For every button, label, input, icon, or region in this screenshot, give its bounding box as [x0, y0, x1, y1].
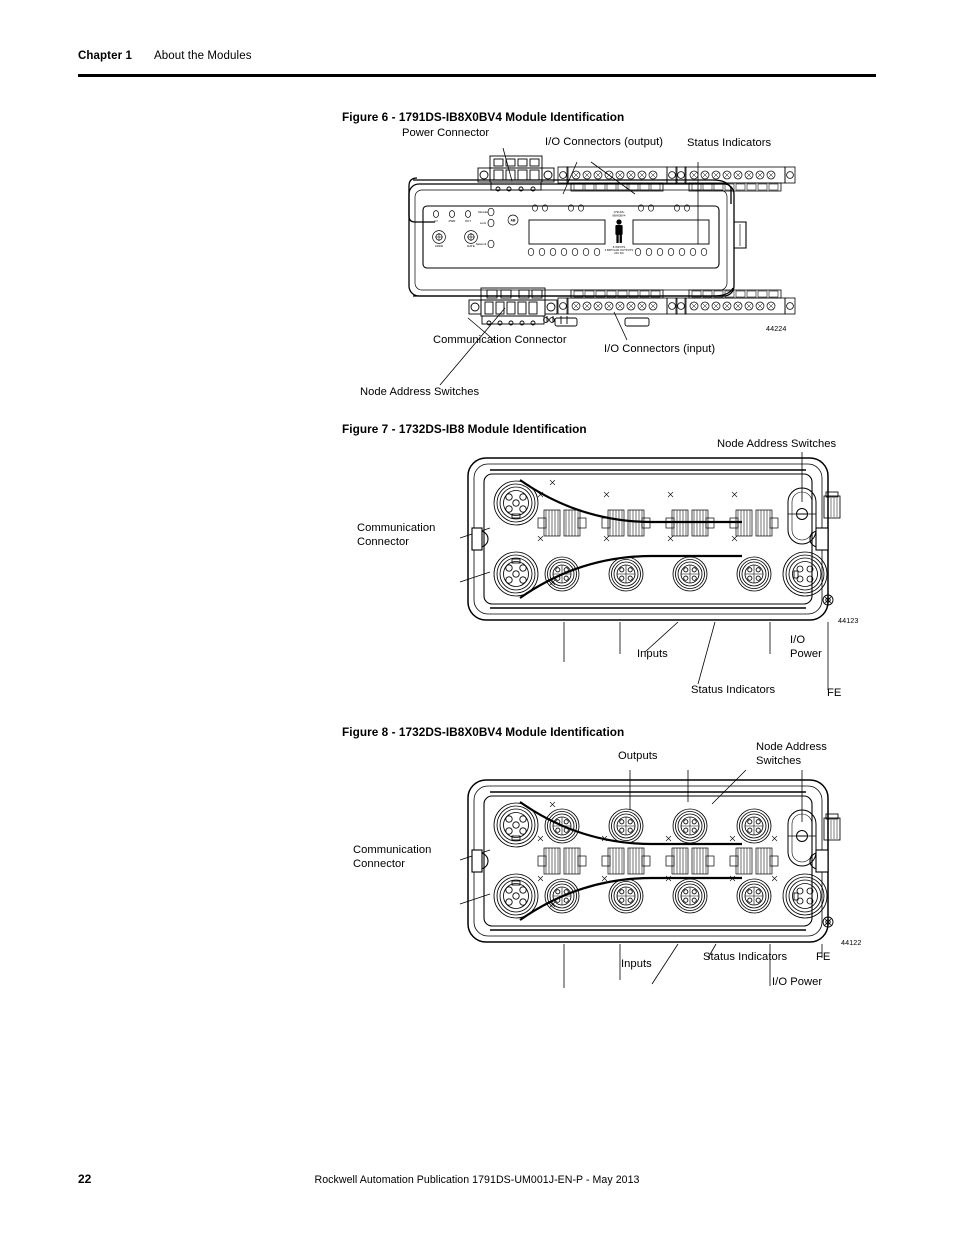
svg-text:Module: Module: [478, 210, 488, 214]
svg-text:24V DC: 24V DC: [614, 251, 624, 255]
svg-text:Network: Network: [476, 242, 487, 246]
figure-8-caption: Figure 8 - 1732DS-IB8X0BV4 Module Identi…: [342, 725, 625, 739]
figure-8-comm-line1: Communication: [353, 844, 432, 856]
figure-6-callout-power-connector: Power Connector: [402, 127, 490, 139]
document-page: Chapter 1 About the Modules Figure 6 - 1…: [0, 0, 954, 1235]
figure-7-callout-communication-connector: Communication Connector: [357, 522, 435, 549]
header-chapter-label: Chapter 1: [78, 50, 132, 62]
footer-publication: Rockwell Automation Publication 1791DS-U…: [314, 1174, 640, 1186]
svg-text:IN: IN: [435, 219, 438, 223]
svg-text:AB: AB: [511, 219, 516, 223]
figure-7-comm-line2: Connector: [357, 535, 410, 548]
figure-7-module-drawing: [459, 452, 841, 690]
header-rule: [78, 74, 876, 77]
figure-6-module-drawing: IN PWR OUT Module Lock Network ADDR RATE…: [408, 147, 796, 386]
figure-7-comm-line1: Communication: [357, 522, 436, 534]
figure-7-caption: Figure 7 - 1732DS-IB8 Module Identificat…: [342, 422, 587, 436]
svg-text:ADDR: ADDR: [435, 244, 443, 248]
svg-text:IB8X0BV4: IB8X0BV4: [613, 214, 626, 218]
figure-8-module-drawing: [459, 769, 841, 988]
figure-8-nas-line1: Node Address: [756, 741, 827, 753]
svg-text:PWR: PWR: [449, 219, 456, 223]
svg-text:OUT: OUT: [465, 219, 471, 223]
figure-8-comm-line2: Connector: [353, 857, 406, 870]
running-header: Chapter 1 About the Modules: [78, 50, 876, 62]
svg-text:RATE: RATE: [467, 244, 475, 248]
figure-6-caption: Figure 6 - 1791DS-IB8X0BV4 Module Identi…: [342, 110, 625, 124]
figure-8-callout-communication-connector: Communication Connector: [353, 844, 431, 871]
header-section-title: About the Modules: [153, 50, 252, 62]
svg-text:Lock: Lock: [480, 221, 487, 225]
